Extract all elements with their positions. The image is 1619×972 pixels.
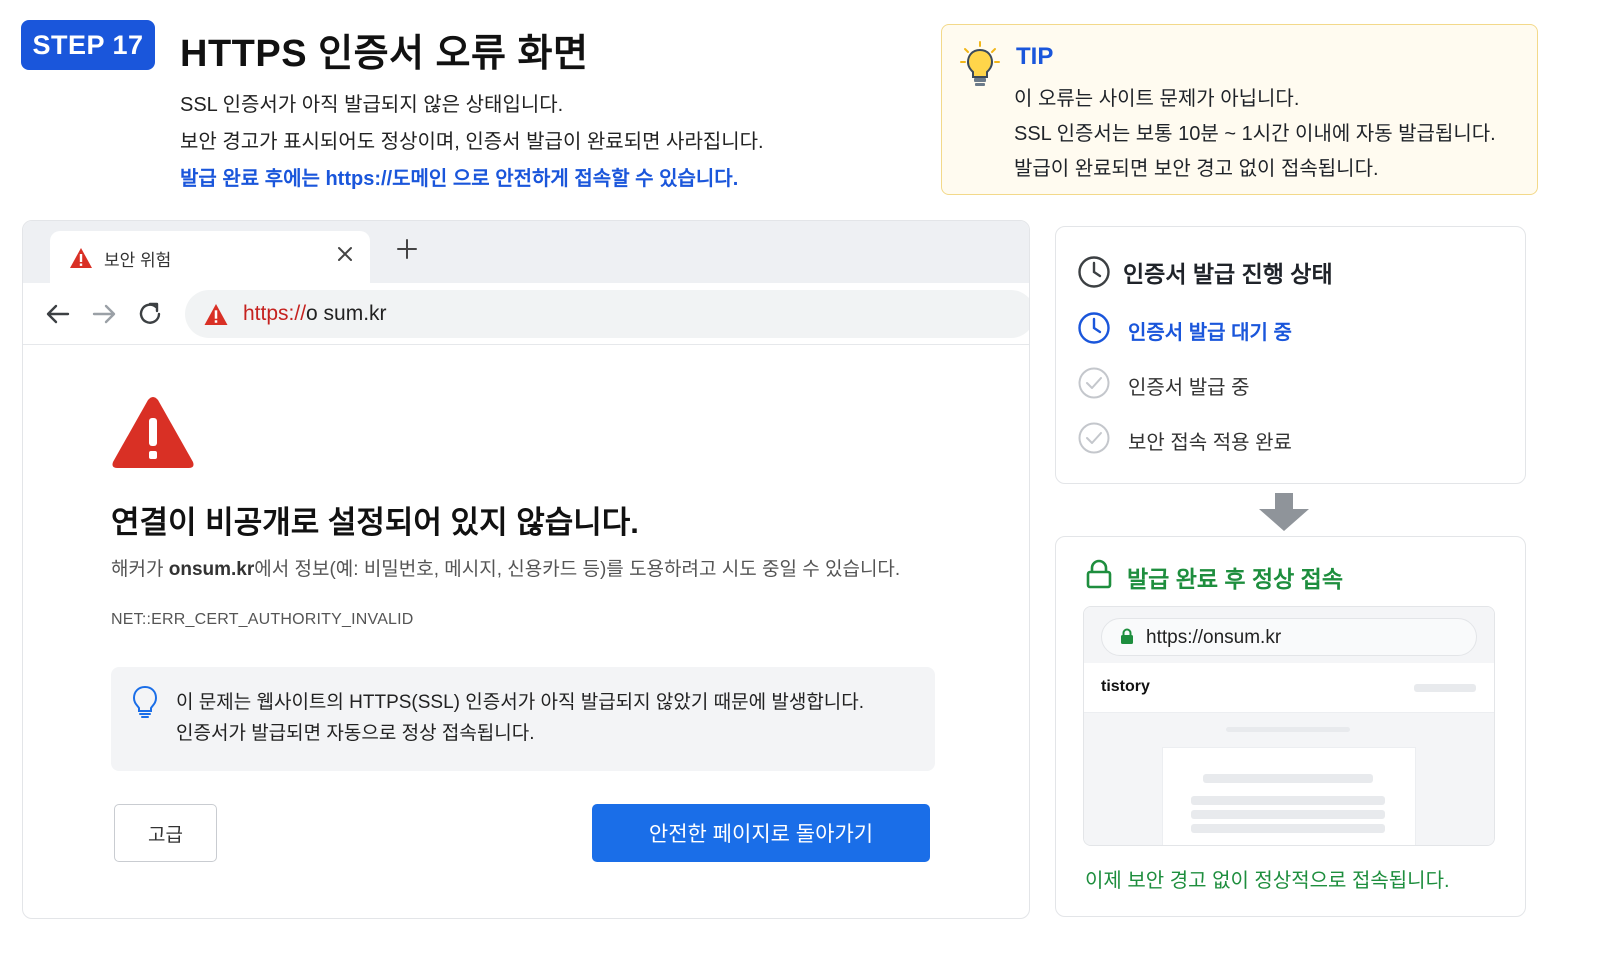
url-scheme: https:// [243,302,307,325]
browser-window: 보안 위험 https://o sum.kr 연결이 비공개로 설정되어 있지 … [22,220,1030,919]
reload-icon[interactable] [135,299,165,329]
lightbulb-icon [960,41,1000,86]
preview-placeholder-bar [1191,824,1385,833]
page-title: HTTPS 인증서 오류 화면 [180,33,589,75]
lightbulb-outline-icon [132,685,158,718]
status-title: 인증서 발급 진행 상태 [1123,261,1333,287]
status-step-label: 인증서 발급 중 [1128,377,1250,399]
completion-footer: 이제 보안 경고 없이 정상적으로 접속됩니다. [1085,870,1450,892]
preview-address-bar: https://onsum.kr [1101,618,1477,656]
tip-title: TIP [1016,43,1054,70]
browser-toolbar: https://o sum.kr [23,283,1029,345]
back-to-safety-button[interactable]: 안전한 페이지로 돌아가기 [592,804,930,862]
new-tab-button[interactable] [393,237,421,265]
url-host: o sum.kr [306,302,387,325]
status-step-label: 보안 접속 적용 완료 [1128,432,1292,454]
error-desc-suffix: 에서 정보(예: 비밀번호, 메시지, 신용카드 등)를 도용하려고 시도 중일… [254,559,901,580]
status-step-issuing: 인증서 발급 중 [1077,366,1497,400]
warning-icon [70,248,92,268]
tip-line: 이 오류는 사이트 문제가 아닙니다. [1014,88,1300,110]
url-text: https://o sum.kr [243,302,387,326]
browser-tab[interactable]: 보안 위험 [50,231,370,283]
completion-card: 발급 완료 후 정상 접속 https://onsum.kr tistory 이… [1055,536,1526,917]
status-step-label: 인증서 발급 대기 중 [1128,322,1292,344]
tip-line: SSL 인증서는 보통 10분 ~ 1시간 이내에 자동 발급됩니다. [1014,123,1496,145]
hint-box: 이 문제는 웹사이트의 HTTPS(SSL) 인증서가 아직 발급되지 않았기 … [111,667,935,771]
tip-body: 이 오류는 사이트 문제가 아닙니다. SSL 인증서는 보통 10분 ~ 1시… [1014,82,1496,187]
intro-line: 보안 경고가 표시되어도 정상이며, 인증서 발급이 완료되면 사라집니다. [180,131,764,153]
error-desc-prefix: 해커가 [111,559,169,580]
preview-site-logo: tistory [1101,678,1150,695]
completion-title: 발급 완료 후 정상 접속 [1127,566,1344,592]
check-circle-icon [1078,422,1110,454]
secure-browser-preview: https://onsum.kr tistory [1083,606,1495,846]
hint-text: 이 문제는 웹사이트의 HTTPS(SSL) 인증서가 아직 발급되지 않았기 … [176,687,864,749]
preview-placeholder-bar [1191,796,1385,805]
clock-icon [1078,312,1110,344]
error-description: 해커가 onsum.kr에서 정보(예: 비밀번호, 메시지, 신용카드 등)를… [111,554,900,581]
clock-icon [1078,256,1110,288]
forward-arrow-icon[interactable] [89,299,119,329]
preview-placeholder-bar [1191,810,1385,819]
down-arrow-icon [1259,493,1309,531]
error-title: 연결이 비공개로 설정되어 있지 않습니다. [111,505,639,540]
hint-line: 인증서가 발급되면 자동으로 정상 접속됩니다. [176,723,535,744]
preview-placeholder-bar [1226,727,1350,732]
tip-line: 발급이 완료되면 보안 경고 없이 접속됩니다. [1014,158,1379,180]
preview-url: https://onsum.kr [1146,627,1282,648]
issuance-status-card: 인증서 발급 진행 상태 인증서 발급 대기 중 인증서 발급 중 보안 접속 … [1055,226,1526,484]
tab-title: 보안 위험 [104,251,172,270]
address-bar[interactable]: https://o sum.kr [185,290,1029,338]
hint-line: 이 문제는 웹사이트의 HTTPS(SSL) 인증서가 아직 발급되지 않았기 … [176,692,865,713]
close-icon[interactable] [334,245,356,267]
preview-placeholder-bar [1414,684,1476,692]
preview-placeholder-bar [1203,774,1373,783]
not-secure-warning-icon[interactable] [203,303,229,326]
error-desc-domain: onsum.kr [168,559,255,580]
advanced-button[interactable]: 고급 [114,804,217,862]
intro-line: SSL 인증서가 아직 발급되지 않은 상태입니다. [180,94,564,116]
status-step-applied: 보안 접속 적용 완료 [1077,421,1497,455]
lock-icon [1086,559,1112,589]
tip-box: TIP 이 오류는 사이트 문제가 아닙니다. SSL 인증서는 보통 10분 … [941,24,1538,195]
step-badge: STEP 17 [21,20,155,70]
preview-content [1162,747,1416,845]
large-warning-icon [112,397,194,468]
intro-line-highlight: 발급 완료 후에는 https://도메인 으로 안전하게 접속할 수 있습니다… [180,168,739,190]
lock-icon [1121,628,1133,644]
check-circle-icon [1078,367,1110,399]
error-code: NET::ERR_CERT_AUTHORITY_INVALID [111,611,414,628]
intro-text: SSL 인증서가 아직 발급되지 않은 상태입니다. 보안 경고가 표시되어도 … [180,87,764,198]
preview-toolbar: https://onsum.kr [1084,607,1494,663]
tab-strip: 보안 위험 [23,221,1029,283]
back-arrow-icon[interactable] [43,299,73,329]
status-step-waiting: 인증서 발급 대기 중 [1077,311,1497,345]
preview-site-header: tistory [1084,663,1494,713]
